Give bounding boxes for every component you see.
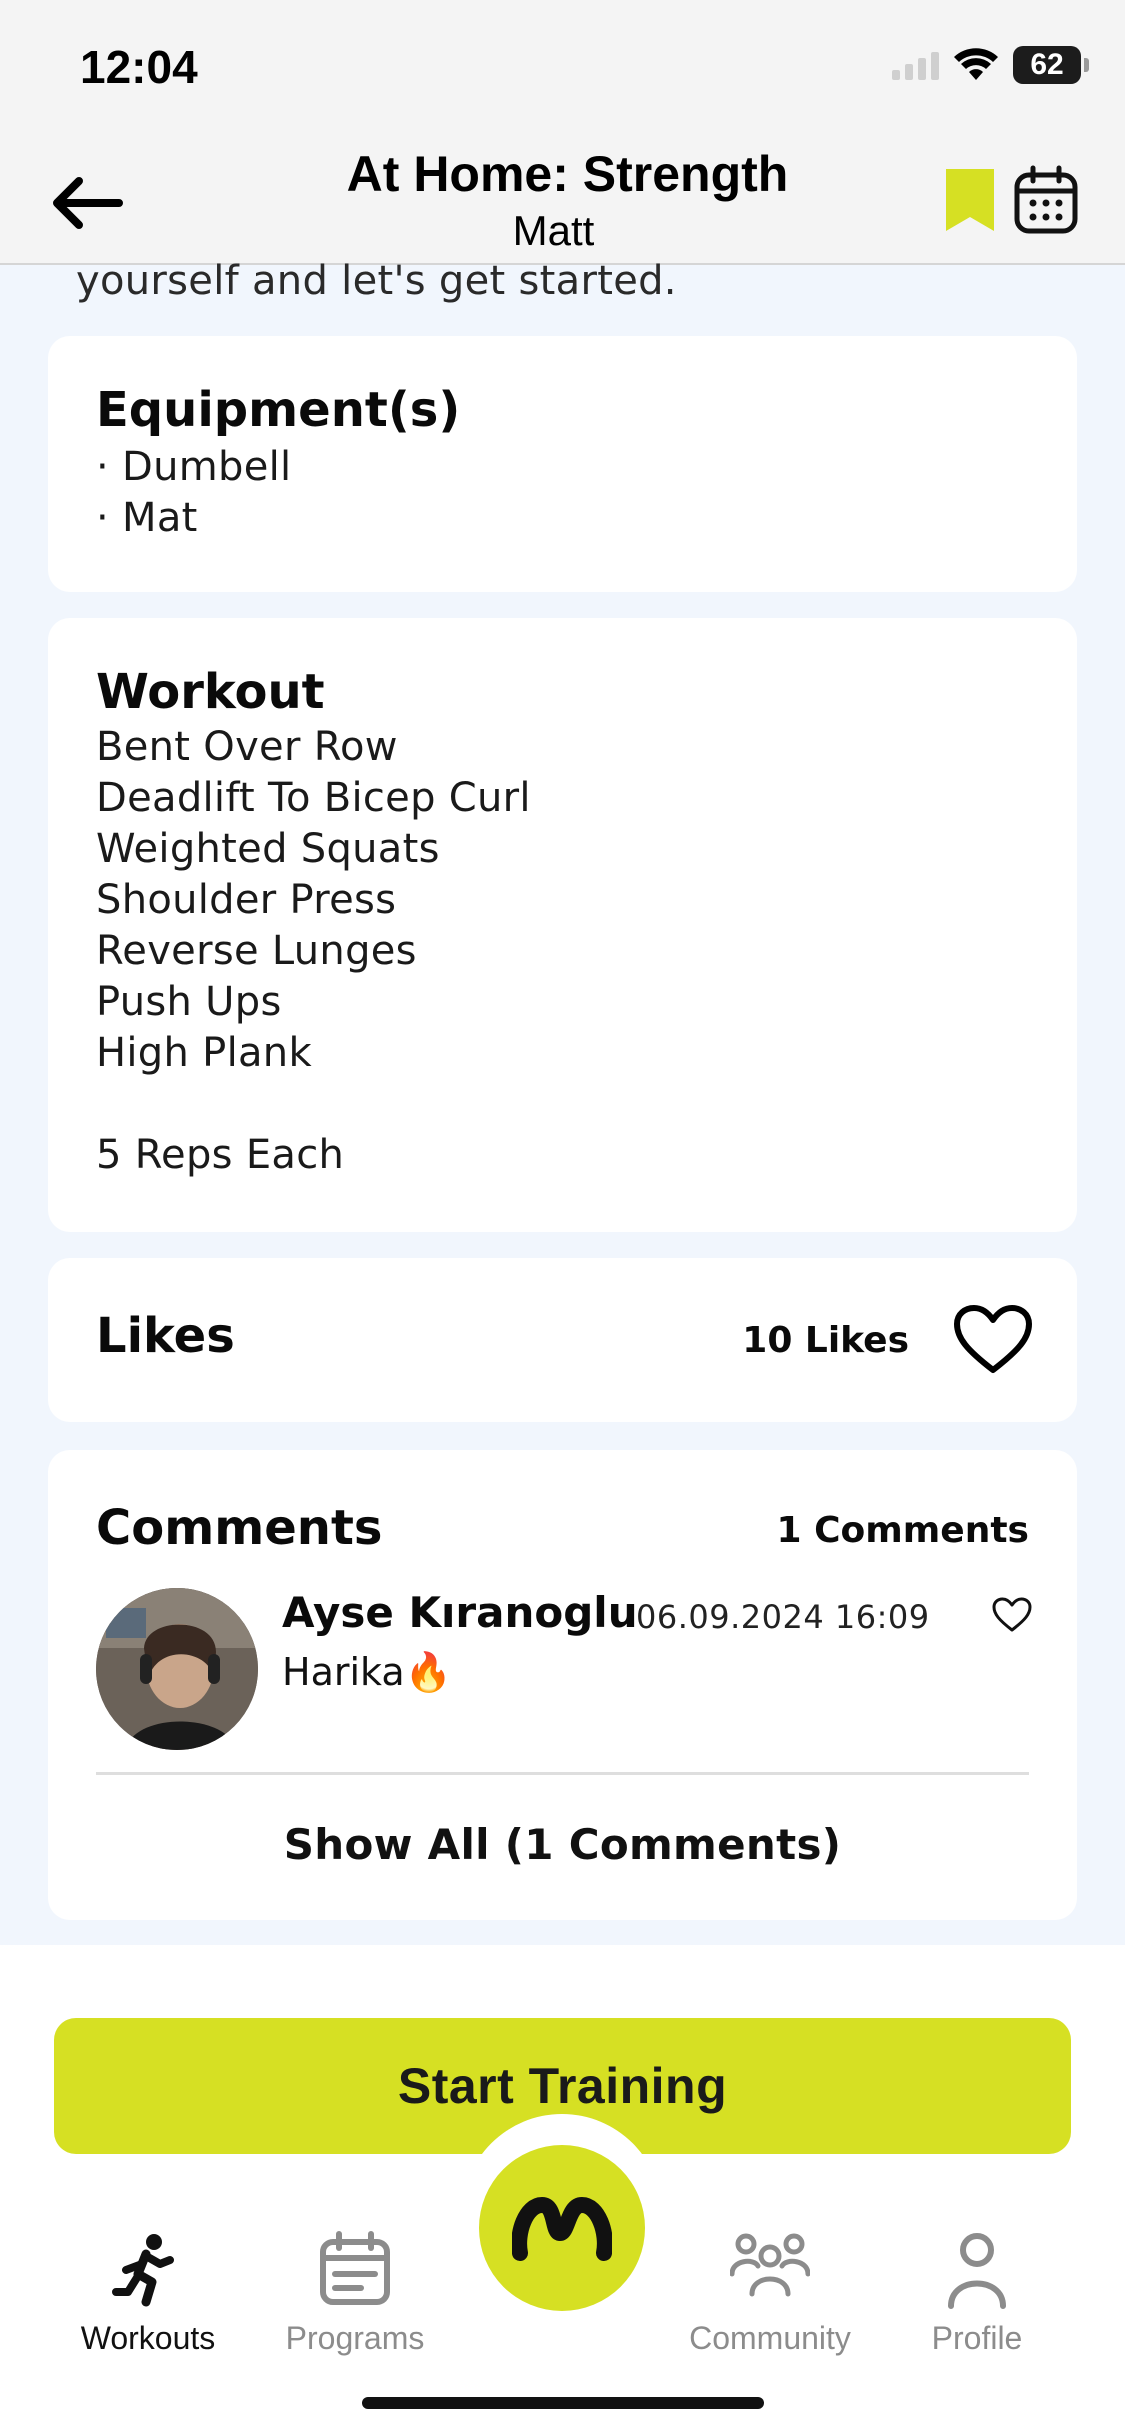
equipment-card: Equipment(s) · Dumbell · Mat <box>48 336 1077 592</box>
avatar-photo <box>96 1588 258 1750</box>
workout-title: Workout <box>96 664 325 720</box>
cellular-signal-icon <box>892 50 939 80</box>
group-icon <box>730 2233 810 2297</box>
likes-card: Likes 10 Likes <box>48 1258 1077 1422</box>
tab-workouts[interactable]: Workouts <box>48 2230 248 2357</box>
calendar-list-icon <box>320 2231 390 2305</box>
status-time: 12:04 <box>80 41 198 93</box>
tab-label: Workouts <box>80 2320 216 2356</box>
exercise-item: Reverse Lunges <box>96 928 417 974</box>
workout-card: Workout Bent Over Row Deadlift To Bicep … <box>48 618 1077 1232</box>
tab-label: Community <box>689 2320 851 2356</box>
tab-programs[interactable]: Programs <box>255 2230 455 2357</box>
exercise-item: High Plank <box>96 1030 312 1076</box>
status-bar: 12:04 62 <box>0 0 1125 135</box>
comment-author[interactable]: Ayse Kıranoglu <box>282 1588 638 1637</box>
comment-heart-icon[interactable] <box>991 1596 1033 1634</box>
wifi-icon <box>954 48 998 80</box>
show-all-comments-button[interactable]: Show All (1 Comments) <box>48 1820 1077 1869</box>
bookmark-icon[interactable] <box>944 169 996 233</box>
tab-profile[interactable]: Profile <box>877 2230 1077 2357</box>
battery-icon: 62 <box>1013 46 1089 84</box>
equipment-title: Equipment(s) <box>96 382 461 438</box>
likes-title: Likes <box>96 1308 235 1364</box>
exercise-item: Shoulder Press <box>96 877 397 923</box>
comments-count: 1 Comments <box>776 1510 1029 1551</box>
equipment-item: · Dumbell <box>96 444 292 490</box>
running-person-icon <box>112 2234 174 2307</box>
home-indicator[interactable] <box>362 2397 764 2409</box>
center-home-button[interactable] <box>479 2145 645 2311</box>
exercise-item: Weighted Squats <box>96 826 440 872</box>
comment-text: Harika🔥 <box>282 1650 452 1694</box>
comments-title: Comments <box>96 1500 383 1556</box>
app-logo-icon <box>512 2197 612 2261</box>
description-text: yourself and let's get started. <box>76 258 677 304</box>
status-icons: 62 <box>892 46 1089 84</box>
avatar[interactable] <box>96 1588 258 1750</box>
tab-community[interactable]: Community <box>670 2230 870 2357</box>
comment-timestamp: 06.09.2024 16:09 <box>636 1598 930 1636</box>
exercise-item: Deadlift To Bicep Curl <box>96 775 531 821</box>
exercise-item: Bent Over Row <box>96 724 398 770</box>
exercise-item: Push Ups <box>96 979 282 1025</box>
tab-label: Profile <box>931 2320 1023 2356</box>
heart-icon[interactable] <box>953 1304 1033 1376</box>
calendar-icon[interactable] <box>1013 165 1079 235</box>
equipment-item: · Mat <box>96 495 198 541</box>
tab-label: Programs <box>285 2320 425 2356</box>
likes-count[interactable]: 10 Likes <box>742 1320 909 1361</box>
comments-card: Comments 1 Comments Ayse Kıranoglu 06.09… <box>48 1450 1077 1920</box>
divider <box>96 1772 1029 1775</box>
person-icon <box>948 2233 1006 2309</box>
nav-header: At Home: Strength Matt <box>0 135 1125 265</box>
reps-note: 5 Reps Each <box>96 1132 345 1178</box>
